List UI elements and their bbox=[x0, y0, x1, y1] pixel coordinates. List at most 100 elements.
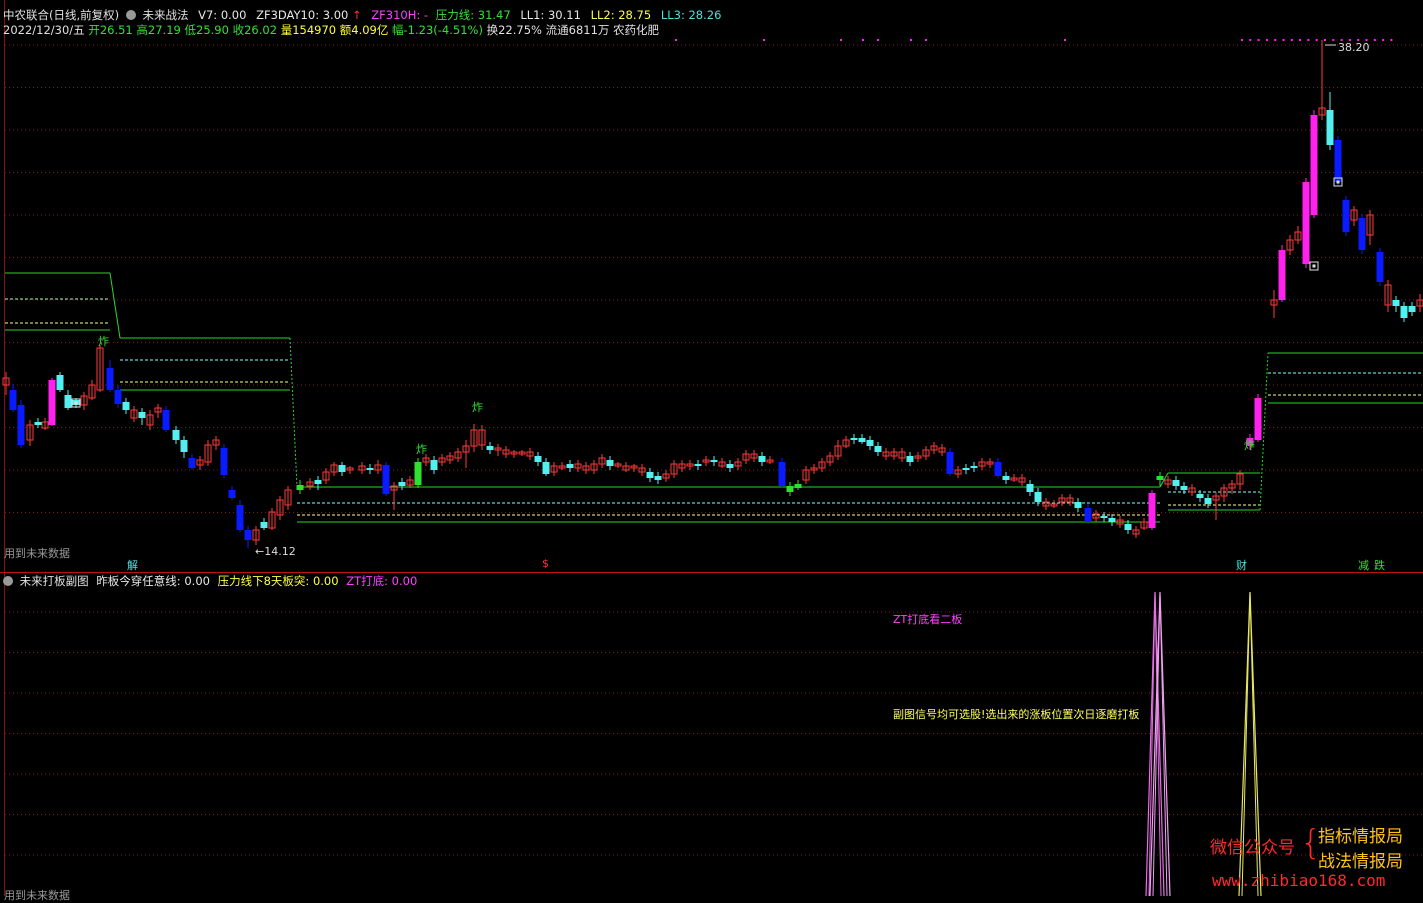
max-price-label: 38.20 bbox=[1338, 41, 1370, 54]
top-signal-dot bbox=[1332, 39, 1335, 41]
candle-body bbox=[1084, 508, 1092, 522]
ll1-value: LL1: 30.11 bbox=[520, 8, 581, 22]
ll2-value: LL2: 28.75 bbox=[590, 8, 652, 22]
quote-sector: 农药化肥 bbox=[613, 23, 660, 37]
candle-body bbox=[566, 464, 574, 468]
candle-body bbox=[122, 402, 130, 410]
candle-body bbox=[1148, 493, 1156, 528]
candle-body bbox=[1392, 300, 1400, 306]
candle-body bbox=[694, 464, 702, 466]
future-data-label-main: 用到未来数据 bbox=[4, 547, 70, 560]
quote-high: 高27.19 bbox=[136, 23, 181, 37]
v7-value: V7: 0.00 bbox=[198, 8, 247, 22]
candle-body bbox=[1204, 498, 1212, 504]
watermark-name1: 指标情报局 bbox=[1318, 827, 1403, 847]
quote-low: 低25.90 bbox=[184, 23, 229, 37]
sub-chart-header: 未来打板副图 昨板今穿任意线: 0.00 压力线下8天板突: 0.00 ZT打底… bbox=[3, 574, 417, 588]
candle-body bbox=[1026, 484, 1034, 492]
top-signal-dot bbox=[925, 39, 927, 41]
quote-amount: 额4.09亿 bbox=[339, 23, 389, 37]
marker-die[interactable]: 跌 bbox=[1374, 557, 1385, 573]
pressure-line bbox=[289, 337, 298, 488]
candle-body bbox=[606, 460, 614, 466]
sub-chart-title[interactable]: 未来打板副图 bbox=[20, 574, 89, 588]
candle-body bbox=[1124, 524, 1132, 530]
top-signal-dot bbox=[1324, 39, 1326, 41]
zf310h-value: ZF310H: - bbox=[371, 8, 429, 22]
top-signal-dot bbox=[862, 39, 864, 41]
pressure-line bbox=[109, 272, 121, 339]
candle-body bbox=[962, 468, 970, 470]
box-marker-dot bbox=[1312, 264, 1316, 268]
candle-body bbox=[710, 460, 718, 462]
candle-body bbox=[244, 530, 252, 540]
candle-body bbox=[1100, 516, 1108, 518]
top-signal-dot bbox=[1307, 39, 1310, 41]
indicator-name[interactable]: 未来战法 bbox=[142, 8, 188, 22]
top-signal-dot bbox=[1265, 39, 1268, 41]
candle-body bbox=[414, 462, 422, 485]
sub-line3-value: ZT打底: 0.00 bbox=[346, 574, 418, 588]
candle-body bbox=[906, 456, 914, 462]
watermark-site: www.zhibiao168.com bbox=[1212, 871, 1386, 890]
candlestick-chart-canvas[interactable] bbox=[0, 0, 1423, 896]
candle-body bbox=[48, 380, 56, 425]
candle-body bbox=[1254, 398, 1262, 440]
marker-jie[interactable]: 解 bbox=[127, 557, 138, 573]
watermark-wechat: 微信公众号 bbox=[1210, 838, 1295, 858]
ll3-value: LL3: 28.26 bbox=[660, 8, 722, 22]
top-signal-dot bbox=[1390, 39, 1393, 41]
candle-body bbox=[1156, 476, 1164, 480]
indicator-toggle-icon[interactable] bbox=[125, 10, 136, 20]
candle-body bbox=[786, 486, 794, 492]
candle-body bbox=[430, 460, 438, 470]
sub-indicator-toggle-icon[interactable] bbox=[3, 576, 13, 586]
candle-body bbox=[1172, 480, 1180, 486]
top-signal-dot bbox=[1064, 39, 1066, 41]
candle-body bbox=[17, 405, 25, 445]
top-signal-dot bbox=[1274, 39, 1277, 41]
candle-body bbox=[180, 440, 188, 452]
top-signal-dot bbox=[1241, 39, 1243, 41]
stock-name[interactable]: 中农联合(日线,前复权) bbox=[3, 8, 119, 22]
quote-float: 流通6811万 bbox=[545, 23, 610, 37]
top-signal-dot bbox=[1382, 39, 1385, 41]
quote-date: 2022/12/30/五 bbox=[3, 23, 85, 37]
quote-volume: 量154970 bbox=[280, 23, 337, 37]
min-price-label: ←14.12 bbox=[255, 545, 296, 558]
candle-body bbox=[9, 390, 17, 410]
candle-body bbox=[1310, 115, 1318, 215]
candle-body bbox=[1400, 306, 1408, 318]
sub-line2-value: 压力线下8天板突: 0.00 bbox=[217, 574, 339, 588]
box-marker-dot bbox=[74, 401, 78, 405]
chart-header: 中农联合(日线,前复权) 未来战法 V7: 0.00 ZF3DAY10: 3.0… bbox=[3, 8, 721, 22]
top-signal-dot bbox=[1290, 39, 1293, 41]
candle-body bbox=[162, 410, 170, 430]
candle-body bbox=[486, 446, 494, 450]
candle-body bbox=[296, 485, 304, 490]
top-signal-dot bbox=[1373, 39, 1376, 41]
up-arrow-icon: ↑ bbox=[351, 8, 362, 22]
candle-body bbox=[188, 458, 196, 468]
candle-body bbox=[114, 390, 122, 404]
candle-body bbox=[260, 522, 268, 528]
top-signal-dot bbox=[675, 39, 677, 41]
candle-body bbox=[1302, 182, 1310, 264]
marker-cai[interactable]: 财 bbox=[1236, 557, 1247, 573]
candle-body bbox=[220, 448, 228, 475]
signal-zha-1: 炸 bbox=[98, 335, 109, 348]
candle-body bbox=[228, 490, 236, 498]
candle-body bbox=[1326, 110, 1334, 145]
top-signal-dot bbox=[1315, 39, 1318, 41]
marker-jian[interactable]: 减 bbox=[1358, 557, 1369, 573]
candle-body bbox=[64, 395, 72, 408]
candle-body bbox=[994, 462, 1002, 476]
candle-body bbox=[858, 438, 866, 442]
candle-body bbox=[970, 466, 978, 468]
candle-body bbox=[314, 480, 322, 484]
candle-body bbox=[866, 440, 874, 446]
quote-change: 幅-1.23(-4.51%) bbox=[392, 23, 483, 37]
marker-dollar[interactable]: $ bbox=[542, 557, 549, 570]
candle-body bbox=[794, 484, 802, 488]
candle-body bbox=[1334, 140, 1342, 182]
